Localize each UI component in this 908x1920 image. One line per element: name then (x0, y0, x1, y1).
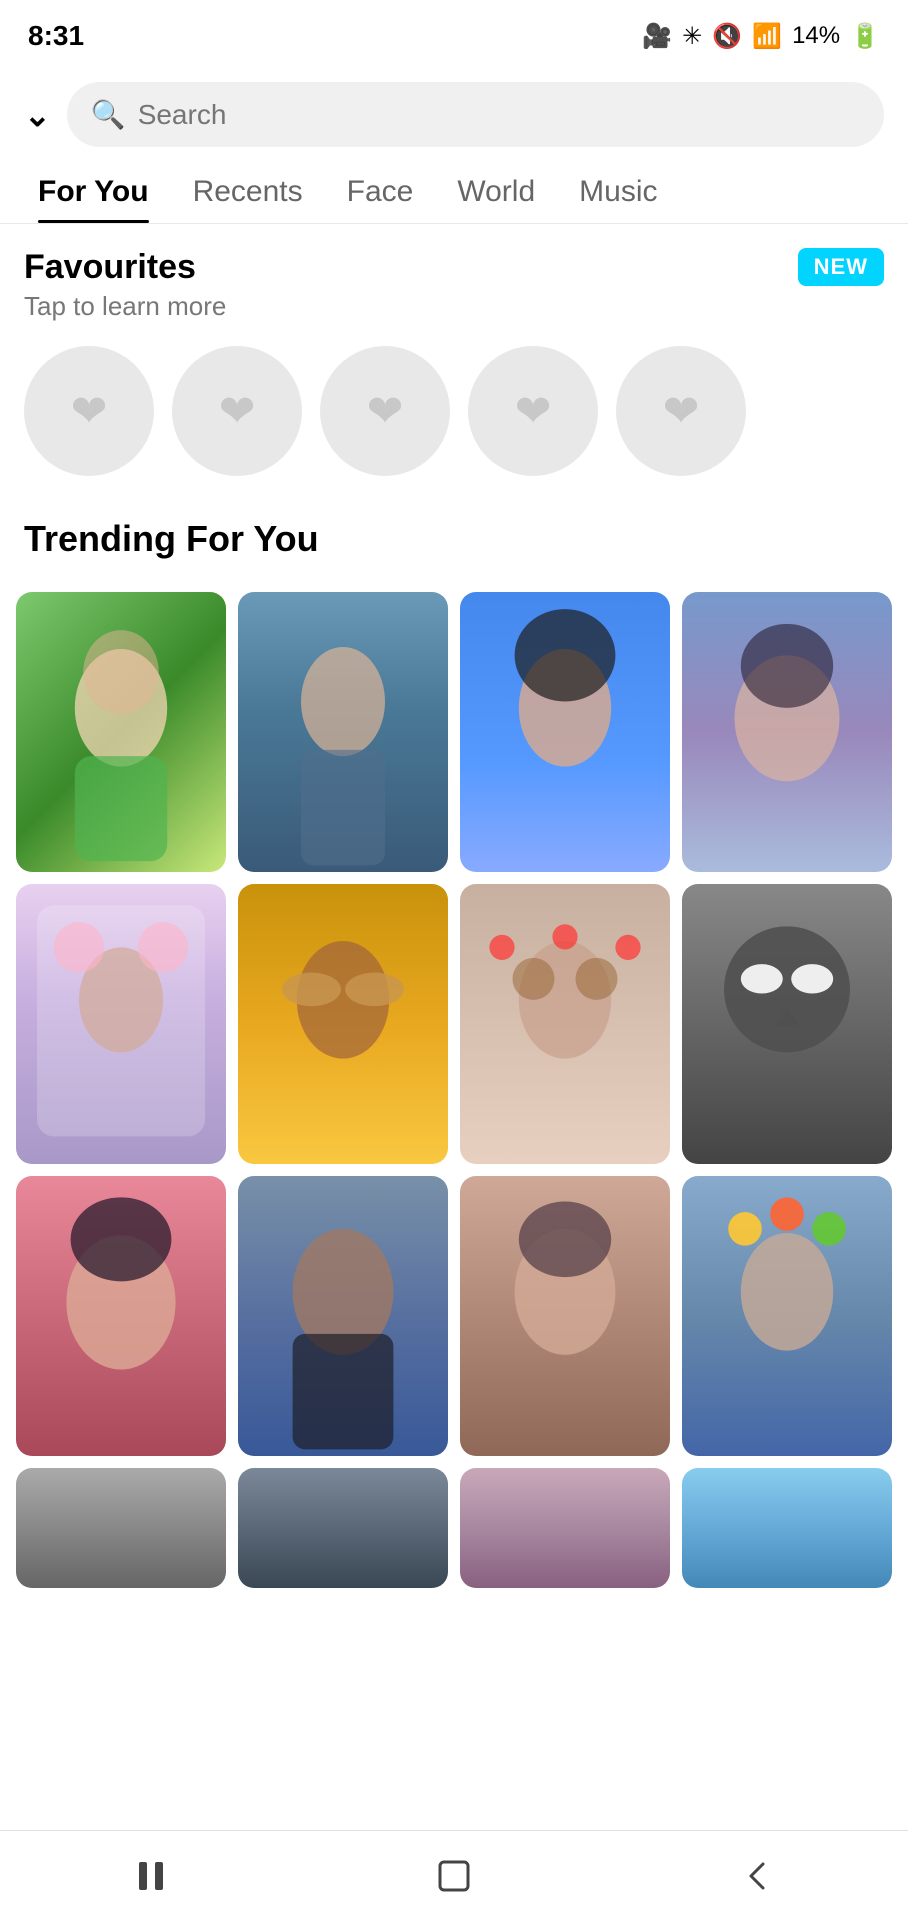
grid-item-5[interactable] (16, 884, 226, 1164)
battery-text: 14% (792, 22, 840, 50)
search-icon: 🔍 (91, 98, 126, 131)
image-grid-partial (0, 1468, 908, 1588)
grid-item-3[interactable] (460, 592, 670, 872)
grid-item-12[interactable] (682, 1176, 892, 1456)
pause-button[interactable] (111, 1836, 191, 1916)
mute-icon: 🔇 (712, 22, 742, 51)
grid-item-16[interactable] (682, 1468, 892, 1588)
grid-item-6[interactable] (238, 884, 448, 1164)
heart-icon-3: ❤ (367, 386, 404, 437)
tab-music[interactable]: Music (557, 157, 679, 223)
heart-icon-5: ❤ (663, 386, 700, 437)
grid-item-15[interactable] (460, 1468, 670, 1588)
bluetooth-icon: ✳ (682, 22, 702, 51)
home-button[interactable] (414, 1836, 494, 1916)
fav-circle-3[interactable]: ❤ (320, 346, 450, 476)
grid-item-10[interactable] (238, 1176, 448, 1456)
grid-item-8[interactable] (682, 884, 892, 1164)
battery-icon: 🔋 (850, 22, 880, 51)
search-bar[interactable]: 🔍 (67, 82, 884, 147)
trending-section: Trending For You (0, 488, 908, 592)
favourites-header: Favourites NEW (24, 248, 884, 287)
fav-circle-5[interactable]: ❤ (616, 346, 746, 476)
grid-item-7[interactable] (460, 884, 670, 1164)
tab-recents[interactable]: Recents (171, 157, 325, 223)
status-icons: 🎥 ✳ 🔇 📶 14% 🔋 (642, 22, 880, 51)
new-badge[interactable]: NEW (798, 248, 884, 286)
heart-icon-2: ❤ (219, 386, 256, 437)
image-grid (0, 592, 908, 1456)
grid-item-11[interactable] (460, 1176, 670, 1456)
tab-face[interactable]: Face (325, 157, 436, 223)
favourites-subtitle[interactable]: Tap to learn more (24, 291, 884, 322)
tabs-row: For You Recents Face World Music (0, 157, 908, 224)
heart-icon-1: ❤ (71, 386, 108, 437)
heart-icon-4: ❤ (515, 386, 552, 437)
fav-circle-4[interactable]: ❤ (468, 346, 598, 476)
favourites-section: Favourites NEW Tap to learn more ❤ ❤ ❤ ❤… (0, 224, 908, 488)
wifi-icon: 📶 (752, 22, 782, 51)
bottom-nav (0, 1830, 908, 1920)
favourites-circles: ❤ ❤ ❤ ❤ ❤ (24, 346, 884, 476)
grid-item-4[interactable] (682, 592, 892, 872)
status-time: 8:31 (28, 20, 84, 52)
fav-circle-1[interactable]: ❤ (24, 346, 154, 476)
tab-for-you[interactable]: For You (16, 157, 171, 223)
favourites-title: Favourites (24, 248, 196, 287)
dropdown-arrow[interactable]: ⌄ (24, 96, 51, 134)
fav-circle-2[interactable]: ❤ (172, 346, 302, 476)
grid-item-9[interactable] (16, 1176, 226, 1456)
search-bar-row: ⌄ 🔍 (0, 72, 908, 157)
grid-item-14[interactable] (238, 1468, 448, 1588)
back-button[interactable] (717, 1836, 797, 1916)
camera-icon: 🎥 (642, 22, 672, 51)
grid-item-1[interactable] (16, 592, 226, 872)
tab-world[interactable]: World (435, 157, 557, 223)
grid-item-2[interactable] (238, 592, 448, 872)
trending-title: Trending For You (24, 518, 892, 560)
grid-item-13[interactable] (16, 1468, 226, 1588)
status-bar: 8:31 🎥 ✳ 🔇 📶 14% 🔋 (0, 0, 908, 72)
search-input[interactable] (138, 99, 860, 131)
